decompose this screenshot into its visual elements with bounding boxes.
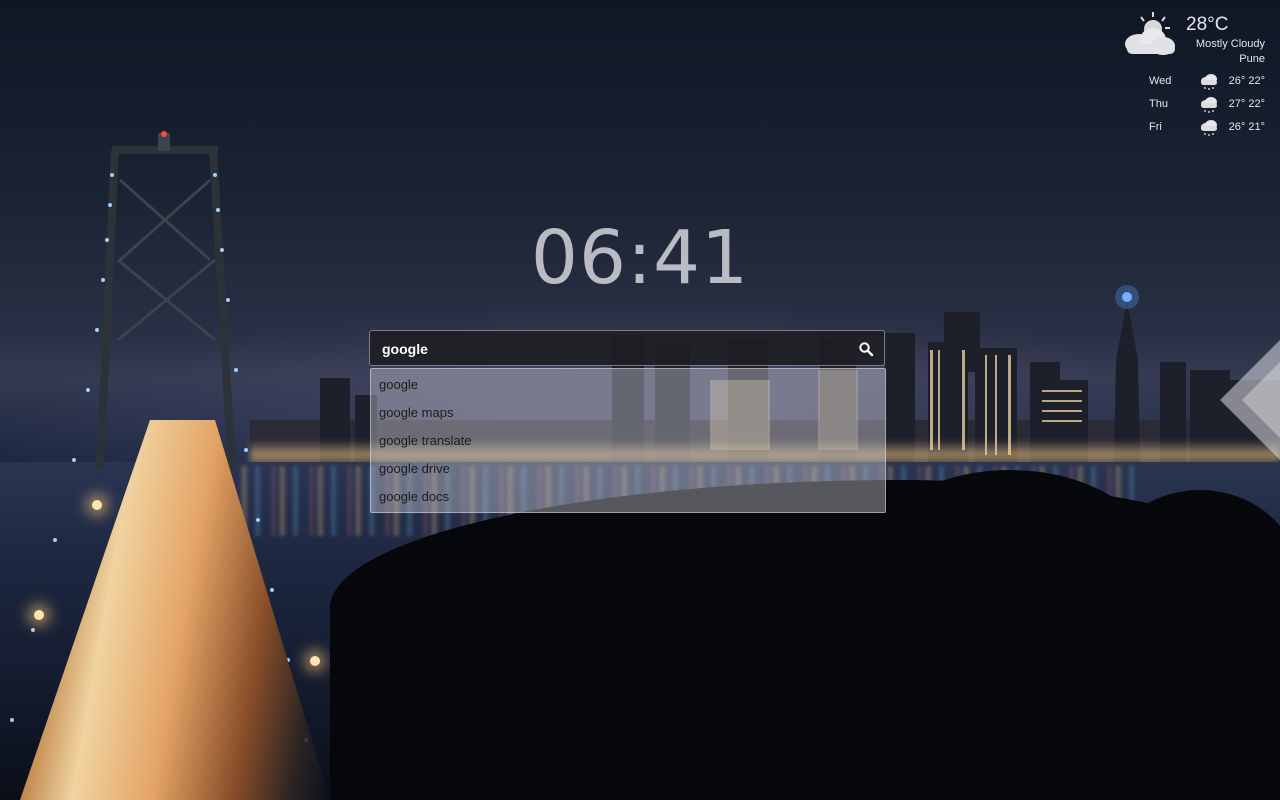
search-suggestions: google google maps google translate goog… xyxy=(370,368,886,513)
forecast-temps: 26° 21° xyxy=(1229,121,1265,133)
weather-condition: Mostly Cloudy xyxy=(1195,38,1265,50)
forecast-day: Fri xyxy=(1149,121,1162,133)
current-temperature: 28°C xyxy=(1186,14,1229,35)
rain-cloud-icon xyxy=(1199,119,1219,137)
forecast-high: 26° xyxy=(1228,121,1246,133)
forecast-row: Thu 27° 22° xyxy=(1149,96,1265,114)
suggestion-item[interactable]: google maps xyxy=(371,401,885,429)
suggestion-item[interactable]: google xyxy=(371,373,885,401)
weather-city: Pune xyxy=(1239,53,1265,65)
weather-widget[interactable]: 28°C Mostly Cloudy Pune Wed 26° 22° Thu xyxy=(1115,10,1265,140)
search-icon[interactable] xyxy=(858,341,874,357)
partly-cloudy-icon xyxy=(1119,10,1179,60)
new-tab-page: 06:41 google google maps google translat… xyxy=(0,0,1280,800)
suggestion-item[interactable]: google translate xyxy=(371,429,885,457)
forecast-day: Wed xyxy=(1149,75,1172,87)
suggestion-item[interactable]: google docs xyxy=(371,485,885,513)
forecast-temps: 27° 22° xyxy=(1229,98,1265,110)
search-bar[interactable] xyxy=(369,330,885,366)
street-light xyxy=(92,500,102,510)
chevron-left-icon[interactable] xyxy=(1220,340,1280,460)
forecast-day: Thu xyxy=(1149,98,1168,110)
rain-cloud-icon xyxy=(1199,96,1219,114)
search-input[interactable] xyxy=(382,338,842,360)
street-light xyxy=(34,610,44,620)
forecast-row: Fri 26° 21° xyxy=(1149,119,1265,137)
forecast-high: 27° xyxy=(1228,98,1246,110)
rain-cloud-icon xyxy=(1199,73,1219,91)
suggestion-item[interactable]: google drive xyxy=(371,457,885,485)
forecast-row: Wed 26° 22° xyxy=(1149,73,1265,91)
forecast-low: 21° xyxy=(1248,121,1265,133)
street-light xyxy=(310,656,320,666)
clock-time: 06:41 xyxy=(530,215,750,301)
forecast-temps: 26° 22° xyxy=(1229,75,1265,87)
tree-blob xyxy=(520,520,780,700)
forecast-high: 26° xyxy=(1228,75,1246,87)
forecast-low: 22° xyxy=(1248,75,1265,87)
forecast-low: 22° xyxy=(1248,98,1265,110)
